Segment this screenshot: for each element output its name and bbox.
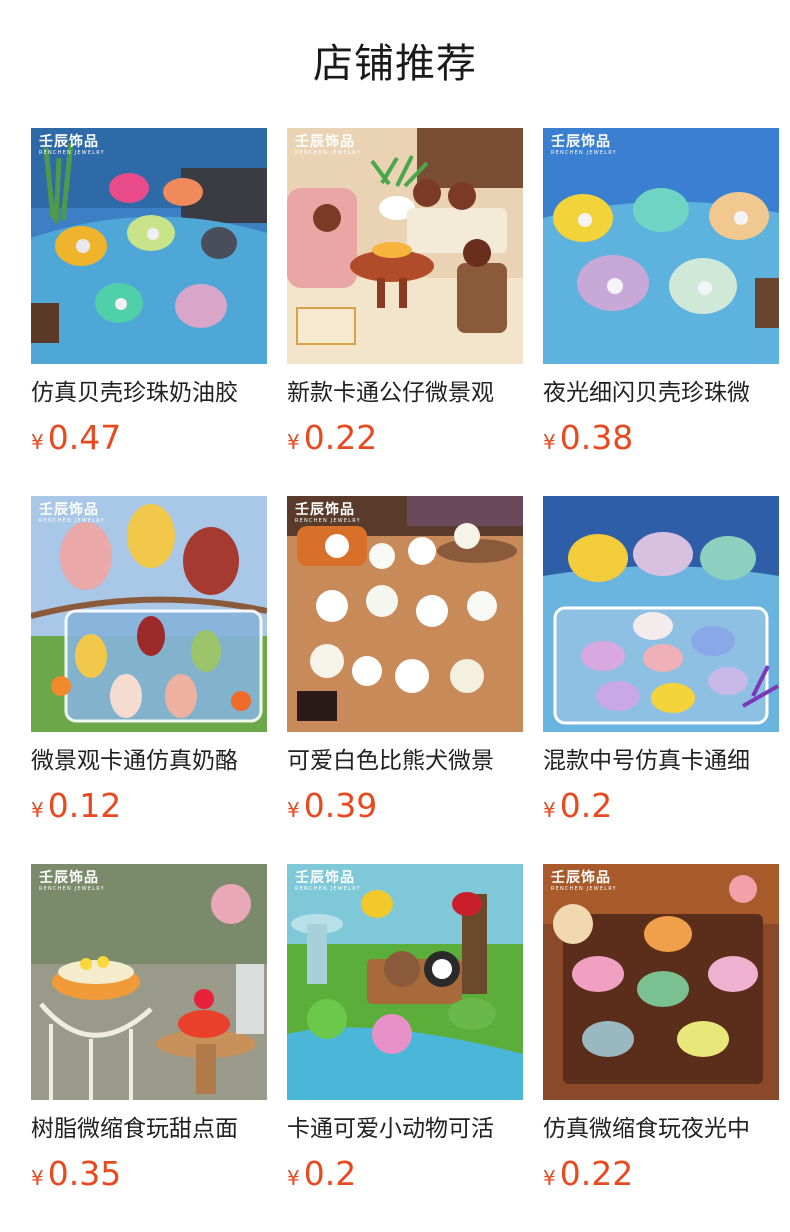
product-name[interactable]: 微景观卡通仿真奶酪 [31, 745, 267, 777]
product-card[interactable]: 壬辰饰品 RENCHEN JEWELRY 夜光细闪贝壳珍珠微 ¥0.38 [543, 128, 779, 456]
product-image-pearl-shells[interactable]: 壬辰饰品 RENCHEN JEWELRY [31, 128, 267, 364]
product-name[interactable]: 新款卡通公仔微景观 [287, 377, 523, 409]
product-price: ¥0.22 [287, 418, 378, 457]
brand-watermark: 壬辰饰品 RENCHEN JEWELRY [39, 134, 105, 156]
page-title: 店铺推荐 [313, 41, 477, 87]
brand-watermark: 壬辰饰品 RENCHEN JEWELRY [551, 870, 617, 892]
product-price: ¥0.2 [287, 1154, 357, 1193]
product-price: ¥0.39 [287, 786, 378, 825]
product-name[interactable]: 卡通可爱小动物可活 [287, 1113, 523, 1145]
brand-watermark: 壬辰饰品 RENCHEN JEWELRY [39, 502, 105, 524]
product-card[interactable]: 壬辰饰品 RENCHEN JEWELRY 仿真贝壳珍珠奶油胶 ¥0.47 [31, 128, 267, 456]
product-card[interactable]: 壬辰饰品 RENCHEN JEWELRY 树脂微缩食玩甜点面 ¥0.35 [31, 864, 267, 1192]
product-image-bichon-dogs[interactable]: 壬辰饰品 RENCHEN JEWELRY [287, 496, 523, 732]
product-price: ¥0.38 [543, 418, 634, 457]
product-name[interactable]: 可爱白色比熊犬微景 [287, 745, 523, 777]
brand-watermark: 壬辰饰品 RENCHEN JEWELRY [295, 870, 361, 892]
brand-watermark: 壬辰饰品 RENCHEN JEWELRY [295, 502, 361, 524]
product-card[interactable]: 壬辰饰品 RENCHEN JEWELRY 新款卡通公仔微景观 ¥0.22 [287, 128, 523, 456]
brand-watermark: 壬辰饰品 RENCHEN JEWELRY [295, 134, 361, 156]
product-name[interactable]: 仿真微缩食玩夜光中 [543, 1113, 779, 1145]
product-image-cartoon-animals[interactable]: 壬辰饰品 RENCHEN JEWELRY [287, 864, 523, 1100]
brand-watermark: 壬辰饰品 RENCHEN JEWELRY [39, 870, 105, 892]
product-card[interactable]: 壬辰饰品 RENCHEN JEWELRY 可爱白色比熊犬微景 ¥0.39 [287, 496, 523, 824]
product-price: ¥0.2 [543, 786, 613, 825]
product-card[interactable]: 壬辰饰品 RENCHEN JEWELRY 微景观卡通仿真奶酪 ¥0.12 [31, 496, 267, 824]
product-image-glow-food[interactable]: 壬辰饰品 RENCHEN JEWELRY [543, 864, 779, 1100]
product-image-leaves[interactable]: 壬辰饰品 RENCHEN JEWELRY [31, 496, 267, 732]
product-price: ¥0.47 [31, 418, 122, 457]
product-name[interactable]: 仿真贝壳珍珠奶油胶 [31, 377, 267, 409]
product-price: ¥0.12 [31, 786, 122, 825]
product-card[interactable]: 混款中号仿真卡通细 ¥0.2 [543, 496, 779, 824]
product-name[interactable]: 树脂微缩食玩甜点面 [31, 1113, 267, 1145]
product-card[interactable]: 壬辰饰品 RENCHEN JEWELRY 仿真微缩食玩夜光中 ¥0.22 [543, 864, 779, 1192]
product-name[interactable]: 混款中号仿真卡通细 [543, 745, 779, 777]
product-name[interactable]: 夜光细闪贝壳珍珠微 [543, 377, 779, 409]
product-price: ¥0.22 [543, 1154, 634, 1193]
product-image-mixed-shells[interactable] [543, 496, 779, 732]
product-image-dessert-tarts[interactable]: 壬辰饰品 RENCHEN JEWELRY [31, 864, 267, 1100]
brand-watermark: 壬辰饰品 RENCHEN JEWELRY [551, 134, 617, 156]
product-price: ¥0.35 [31, 1154, 122, 1193]
product-image-bear-living-room[interactable]: 壬辰饰品 RENCHEN JEWELRY [287, 128, 523, 364]
product-image-glow-shells[interactable]: 壬辰饰品 RENCHEN JEWELRY [543, 128, 779, 364]
product-card[interactable]: 壬辰饰品 RENCHEN JEWELRY 卡通可爱小动物可活 ¥0.2 [287, 864, 523, 1192]
